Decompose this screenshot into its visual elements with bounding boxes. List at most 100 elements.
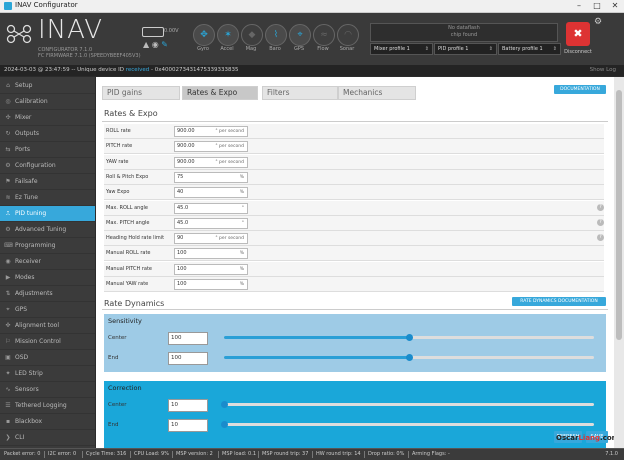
mixer-profile-select[interactable]: Mixer profile 1 ⇕ bbox=[370, 43, 433, 55]
rate-input[interactable]: 100% bbox=[174, 248, 248, 260]
help-icon[interactable]: ? bbox=[597, 218, 604, 226]
sidebar-item-tethered-logging[interactable]: ☰ Tethered Logging bbox=[0, 398, 95, 414]
rate-dynamics-doc-button[interactable]: RATE DYNAMICS DOCUMENTATION bbox=[512, 297, 606, 306]
sensitivity-end-input[interactable]: 100 bbox=[168, 352, 208, 365]
sidebar-item-icon: ⚙ bbox=[5, 226, 11, 233]
correction-center-input[interactable]: 10 bbox=[168, 399, 208, 412]
rate-unit: % bbox=[239, 282, 244, 287]
sidebar-item-ez-tune[interactable]: ≋ Ez Tune bbox=[0, 190, 95, 206]
correction-title: Correction bbox=[108, 384, 142, 392]
status-separator bbox=[312, 451, 313, 458]
maximize-button[interactable]: □ bbox=[588, 0, 606, 12]
sidebar-item-programming[interactable]: ⌨ Programming bbox=[0, 238, 95, 254]
rate-input[interactable]: 45.0 ° bbox=[174, 217, 248, 229]
sensitivity-center-slider[interactable] bbox=[224, 334, 594, 341]
sidebar-item-mixer[interactable]: ✣ Mixer bbox=[0, 110, 95, 126]
scrollbar-thumb[interactable] bbox=[616, 90, 622, 340]
rate-input[interactable]: 90 ° per second bbox=[174, 233, 248, 245]
sidebar-item-cli[interactable]: ❯ CLI bbox=[0, 430, 95, 446]
rate-input[interactable]: 100% bbox=[174, 279, 248, 290]
status-item: MSP load: 0.1 bbox=[222, 451, 257, 457]
sidebar-item-receiver[interactable]: ◉ Receiver bbox=[0, 254, 95, 270]
rate-input[interactable]: 900.00 ° per second bbox=[174, 126, 248, 137]
sidebar-item-pid-tuning[interactable]: ⎍ PID tuning bbox=[0, 206, 95, 222]
sensitivity-center-input[interactable]: 100 bbox=[168, 332, 208, 345]
sensitivity-end-label: End bbox=[108, 355, 119, 361]
slider-handle[interactable] bbox=[406, 334, 413, 341]
sidebar-item-adjustments[interactable]: ⇅ Adjustments bbox=[0, 286, 95, 302]
sidebar-item-mission-control[interactable]: ⚐ Mission Control bbox=[0, 334, 95, 350]
tab-rates-expo[interactable]: Rates & Expo bbox=[182, 86, 258, 100]
close-window-button[interactable]: ✕ bbox=[606, 0, 624, 12]
rate-input[interactable]: 75% bbox=[174, 171, 248, 183]
chevron-down-icon: ⇕ bbox=[552, 46, 557, 52]
rate-label: Manual ROLL rate bbox=[106, 250, 151, 257]
sensor-label-gyro: Gyro bbox=[197, 46, 209, 52]
sidebar-item-gps[interactable]: ⌖ GPS bbox=[0, 302, 95, 318]
sidebar-item-sensors[interactable]: ∿ Sensors bbox=[0, 382, 95, 398]
sidebar-item-failsafe[interactable]: ⚑ Failsafe bbox=[0, 174, 95, 190]
sidebar-item-label: Configuration bbox=[15, 162, 56, 169]
dataflash-status: No dataflash chip found bbox=[370, 23, 558, 42]
log-received: received bbox=[125, 67, 150, 73]
correction-center-slider[interactable] bbox=[221, 401, 594, 408]
rate-input[interactable]: 45.0 ° bbox=[174, 202, 248, 214]
sidebar-item-configuration[interactable]: ⚙ Configuration bbox=[0, 158, 95, 174]
pid-profile-value: PID profile 1 bbox=[438, 46, 469, 52]
correction-end-slider[interactable] bbox=[221, 421, 594, 428]
show-log-link[interactable]: Show Log bbox=[590, 65, 616, 76]
disconnect-button[interactable]: ✖ bbox=[566, 22, 590, 46]
sidebar-item-ports[interactable]: ⇆ Ports bbox=[0, 142, 95, 158]
sensor-label-baro: Baro bbox=[269, 46, 281, 52]
status-separator bbox=[44, 451, 45, 458]
rate-row: YAW rate 900.00 ° per second bbox=[104, 154, 604, 170]
rate-input[interactable]: 40% bbox=[174, 187, 248, 199]
dataflash-line-2: chip found bbox=[450, 32, 478, 38]
sidebar-item-calibration[interactable]: ◎ Calibration bbox=[0, 94, 95, 110]
sidebar-item-advanced-tuning[interactable]: ⚙ Advanced Tuning bbox=[0, 222, 95, 238]
sidebar-item-label: Advanced Tuning bbox=[15, 226, 67, 233]
battery-profile-select[interactable]: Battery profile 1 ⇕ bbox=[498, 43, 561, 55]
correction-end-input[interactable]: 10 bbox=[168, 419, 208, 432]
tab-filters[interactable]: Filters bbox=[262, 86, 338, 100]
divider bbox=[102, 309, 608, 310]
sensor-label-mag: Mag bbox=[245, 46, 257, 52]
rate-input[interactable]: 900.00 ° per second bbox=[174, 141, 248, 153]
rate-input[interactable]: 900.00 ° per second bbox=[174, 156, 248, 168]
slider-handle[interactable] bbox=[221, 421, 228, 428]
slider-handle[interactable] bbox=[406, 354, 413, 361]
sensitivity-end-slider[interactable] bbox=[224, 354, 594, 361]
sidebar-item-label: GPS bbox=[15, 306, 28, 313]
gear-icon[interactable]: ⚙ bbox=[594, 17, 602, 27]
pid-profile-select[interactable]: PID profile 1 ⇕ bbox=[434, 43, 497, 55]
link-icon: ◉ bbox=[151, 40, 159, 49]
slider-handle[interactable] bbox=[221, 401, 228, 408]
sidebar-item-label: Mission Control bbox=[15, 338, 61, 345]
sidebar-item-alignment-tool[interactable]: ✜ Alignment tool bbox=[0, 318, 95, 334]
tab-mechanics[interactable]: Mechanics bbox=[338, 86, 416, 100]
rate-label: Roll & Pitch Expo bbox=[106, 173, 149, 180]
sidebar-item-label: Receiver bbox=[15, 258, 41, 265]
tab-pid-gains[interactable]: PID gains bbox=[102, 86, 180, 100]
documentation-button[interactable]: DOCUMENTATION bbox=[554, 85, 606, 94]
sidebar-item-outputs[interactable]: ↻ Outputs bbox=[0, 126, 95, 142]
sidebar-item-led-strip[interactable]: ✦ LED Strip bbox=[0, 366, 95, 382]
warning-icon: ▲ bbox=[143, 40, 150, 49]
sidebar-item-setup[interactable]: ⌂ Setup bbox=[0, 78, 95, 94]
sensitivity-center-label: Center bbox=[108, 335, 127, 341]
sidebar-item-label: Blackbox bbox=[15, 418, 43, 425]
correction-panel: Correction Center 10 End 10 bbox=[104, 381, 606, 448]
rate-unit: ° per second bbox=[215, 144, 244, 150]
help-icon[interactable]: ? bbox=[597, 234, 604, 242]
rate-input[interactable]: 100% bbox=[174, 263, 248, 275]
battery-profile-value: Battery profile 1 bbox=[502, 46, 543, 52]
rate-value: 45.0 bbox=[177, 219, 189, 226]
sidebar-item-blackbox[interactable]: ▪ Blackbox bbox=[0, 414, 95, 430]
sidebar-item-osd[interactable]: ▣ OSD bbox=[0, 350, 95, 366]
sidebar-item-icon: ▣ bbox=[5, 354, 11, 361]
battery-voltage: 0.00V bbox=[164, 28, 179, 34]
minimize-button[interactable]: – bbox=[570, 0, 588, 12]
config-version: CONFIGURATOR 7.1.0 FC FIRMWARE 7.1.0 (SP… bbox=[38, 47, 141, 59]
help-icon[interactable]: ? bbox=[597, 203, 604, 211]
sidebar-item-modes[interactable]: ▶ Modes bbox=[0, 270, 95, 286]
